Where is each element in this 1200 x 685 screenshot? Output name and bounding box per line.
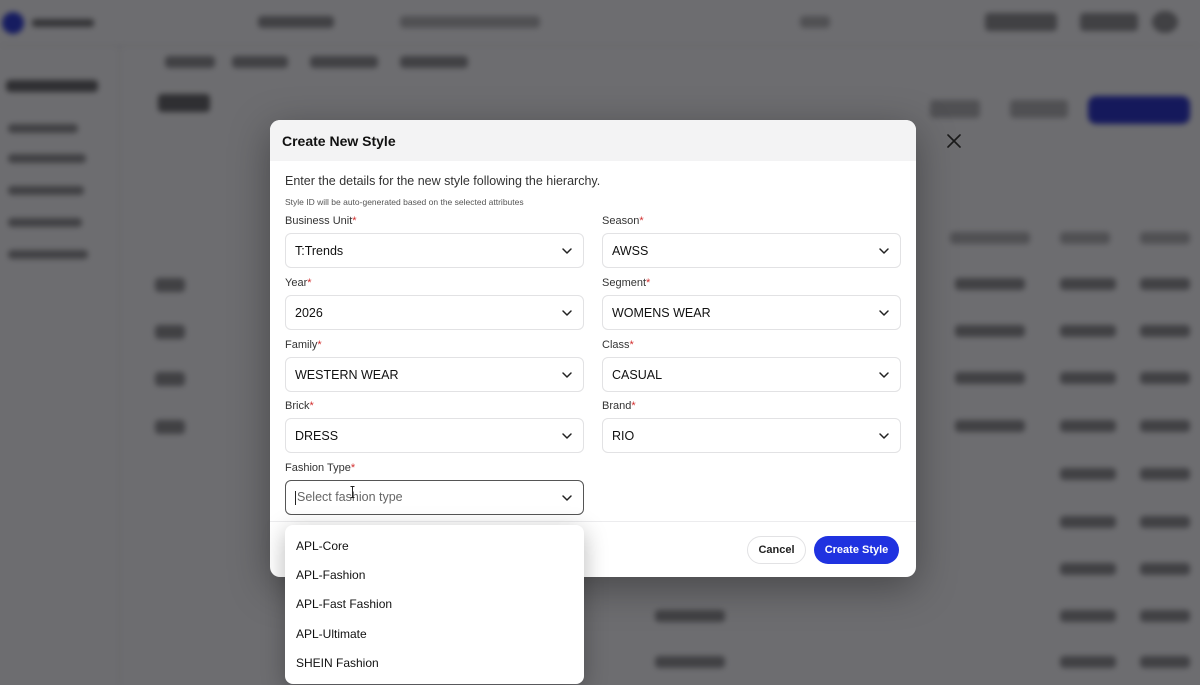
dialog-footer-divider <box>270 521 916 522</box>
text-caret <box>295 490 296 505</box>
segment-select[interactable]: WOMENS WEAR <box>602 295 901 330</box>
dropdown-option-apl-core[interactable]: APL-Core <box>285 531 584 560</box>
season-value: AWSS <box>612 243 649 258</box>
fashion-type-field: Fashion Type* Select fashion type <box>285 462 584 515</box>
business-unit-value: T:Trends <box>295 243 344 258</box>
brand-select[interactable]: RIO <box>602 418 901 453</box>
segment-label: Segment* <box>602 277 651 289</box>
brick-select[interactable]: DRESS <box>285 418 584 453</box>
business-unit-select[interactable]: T:Trends <box>285 233 584 268</box>
chevron-down-icon <box>879 432 889 439</box>
brand-field: Brand* RIO <box>602 400 901 453</box>
dropdown-option-apl-ultimate[interactable]: APL-Ultimate <box>285 619 584 648</box>
class-label: Class* <box>602 339 634 351</box>
close-icon <box>947 134 961 148</box>
fashion-type-label: Fashion Type* <box>285 462 356 474</box>
family-field: Family* WESTERN WEAR <box>285 339 584 392</box>
brick-value: DRESS <box>295 428 339 443</box>
chevron-down-icon <box>562 247 572 254</box>
business-unit-label: Business Unit* <box>285 215 357 227</box>
cancel-button[interactable]: Cancel <box>747 536 806 564</box>
segment-field: Segment* WOMENS WEAR <box>602 277 901 330</box>
text-cursor-icon <box>350 486 355 498</box>
brand-label: Brand* <box>602 400 636 412</box>
dialog-title: Create New Style <box>282 133 396 149</box>
dropdown-option-apl-fashion[interactable]: APL-Fashion <box>285 560 584 589</box>
season-field: Season* AWSS <box>602 215 901 268</box>
class-value: CASUAL <box>612 367 663 382</box>
season-label: Season* <box>602 215 644 227</box>
class-select[interactable]: CASUAL <box>602 357 901 392</box>
year-value: 2026 <box>295 305 323 320</box>
family-value: WESTERN WEAR <box>295 367 399 382</box>
chevron-down-icon <box>879 247 889 254</box>
fashion-type-select[interactable]: Select fashion type <box>285 480 584 515</box>
business-unit-field: Business Unit* T:Trends <box>285 215 584 268</box>
dialog-header: Create New Style <box>270 120 916 161</box>
family-select[interactable]: WESTERN WEAR <box>285 357 584 392</box>
chevron-down-icon <box>879 371 889 378</box>
year-label: Year* <box>285 277 312 289</box>
dialog-hint: Style ID will be auto-generated based on… <box>285 197 524 207</box>
create-style-button[interactable]: Create Style <box>814 536 899 564</box>
dropdown-option-shein-fashion[interactable]: SHEIN Fashion <box>285 648 584 677</box>
chevron-down-icon <box>562 309 572 316</box>
create-style-dialog: Create New Style Enter the details for t… <box>270 120 916 577</box>
close-button[interactable] <box>944 131 964 151</box>
chevron-down-icon <box>562 371 572 378</box>
family-label: Family* <box>285 339 322 351</box>
segment-value: WOMENS WEAR <box>612 305 711 320</box>
brick-field: Brick* DRESS <box>285 400 584 453</box>
dialog-description: Enter the details for the new style foll… <box>285 174 601 188</box>
year-select[interactable]: 2026 <box>285 295 584 330</box>
fashion-type-dropdown: APL-Core APL-Fashion APL-Fast Fashion AP… <box>285 525 584 684</box>
dialog-body: Enter the details for the new style foll… <box>270 161 916 515</box>
year-field: Year* 2026 <box>285 277 584 330</box>
season-select[interactable]: AWSS <box>602 233 901 268</box>
chevron-down-icon <box>879 309 889 316</box>
dropdown-option-apl-fast-fashion[interactable]: APL-Fast Fashion <box>285 590 584 619</box>
chevron-down-icon <box>562 432 572 439</box>
chevron-down-icon <box>562 494 572 501</box>
brand-value: RIO <box>612 428 635 443</box>
brick-label: Brick* <box>285 400 314 412</box>
class-field: Class* CASUAL <box>602 339 901 392</box>
